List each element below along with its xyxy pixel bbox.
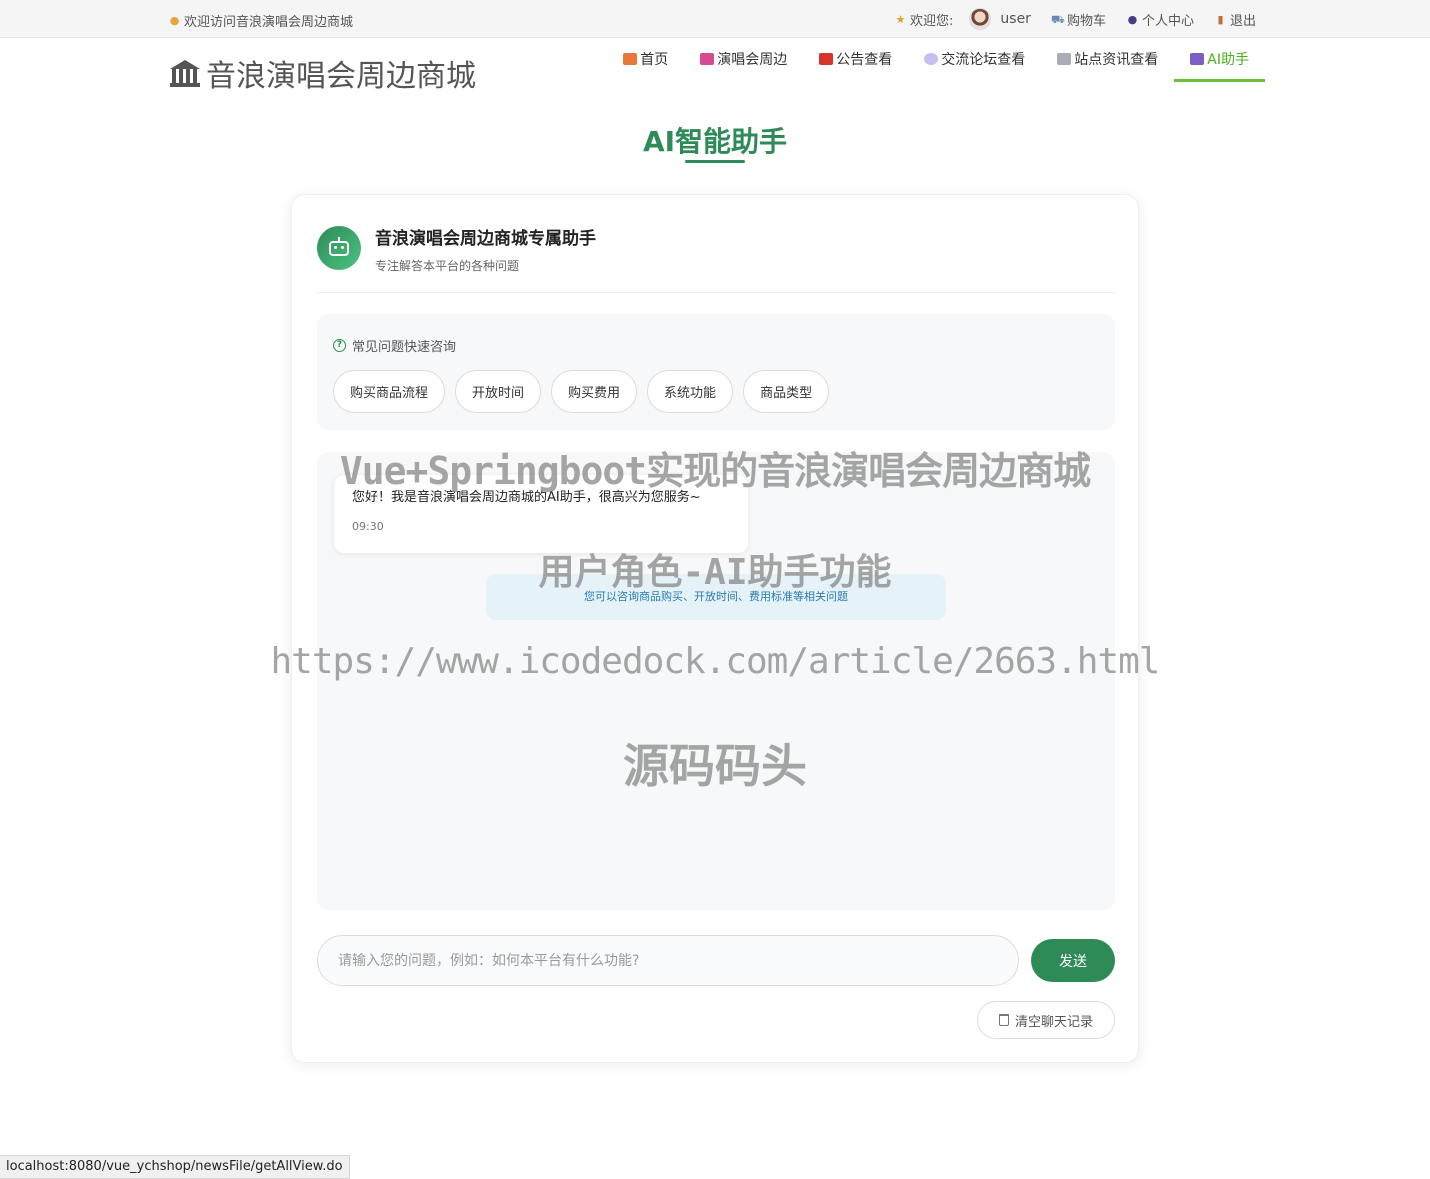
chat-area[interactable]: 您好！我是音浪演唱会周边商城的AI助手，很高兴为您服务~ 09:30 您可以咨询…: [317, 452, 1115, 910]
site-name: 音浪演唱会周边商城: [206, 59, 476, 94]
clear-label: 清空聊天记录: [1014, 1014, 1093, 1030]
greeting-text: 欢迎您:: [910, 13, 954, 29]
nav-news[interactable]: 站点资讯查看: [1041, 38, 1174, 82]
nav-home[interactable]: 首页: [607, 38, 684, 82]
nav-label: AI助手: [1207, 51, 1249, 68]
question-input[interactable]: [317, 935, 1019, 986]
welcome-message: ● 欢迎访问音浪演唱会周边商城: [168, 11, 353, 30]
top-bar: ● 欢迎访问音浪演唱会周边商城 ★ 欢迎您: user ⛟ 购物车 ● 个人中心…: [0, 0, 1430, 38]
robot-icon: [317, 226, 361, 270]
divider: [317, 292, 1115, 293]
medal-icon: ★: [895, 12, 906, 26]
faq-panel: ? 常见问题快速咨询 购买商品流程 开放时间 购买费用 系统功能 商品类型: [317, 314, 1115, 430]
cart-icon: ⛟: [1050, 12, 1065, 26]
chat-hint: 您可以咨询商品购买、开放时间、费用标准等相关问题: [486, 574, 946, 620]
robot-icon: [1190, 52, 1205, 65]
cart-label: 购物车: [1066, 13, 1106, 29]
user-menu: ★ 欢迎您: user ⛟ 购物车 ● 个人中心 ▮ 退出: [894, 6, 1256, 32]
faq-title-text: 常见问题快速咨询: [352, 340, 457, 355]
message-time: 09:30: [352, 520, 384, 533]
trash-icon: [998, 1014, 1009, 1026]
welcome-text: 欢迎访问音浪演唱会周边商城: [184, 15, 354, 30]
nav-merch[interactable]: 演唱会周边: [684, 38, 803, 82]
logout-link[interactable]: ▮ 退出: [1214, 10, 1256, 29]
assistant-description: 专注解答本平台的各种问题: [375, 259, 520, 273]
faq-button[interactable]: 商品类型: [743, 370, 830, 413]
nav-label: 首页: [640, 51, 669, 68]
nav-label: 公告查看: [836, 51, 893, 68]
megaphone-icon: [819, 52, 834, 65]
store-icon: [700, 52, 715, 65]
profile-link[interactable]: ● 个人中心: [1126, 10, 1194, 29]
greeting: ★ 欢迎您:: [894, 10, 954, 29]
faq-button[interactable]: 开放时间: [455, 370, 542, 413]
page-title: AI智能助手: [642, 125, 788, 158]
user-profile-link[interactable]: user: [969, 8, 1031, 30]
speech-bubble-icon: [924, 52, 939, 65]
nav-label: 交流论坛查看: [941, 51, 1026, 68]
nav-label: 站点资讯查看: [1074, 51, 1159, 68]
assistant-card: 音浪演唱会周边商城专属助手 专注解答本平台的各种问题 ? 常见问题快速咨询 购买…: [291, 194, 1139, 1063]
site-logo[interactable]: 音浪演唱会周边商城: [170, 51, 476, 95]
title-underline: [685, 160, 745, 163]
nav-label: 演唱会周边: [717, 51, 788, 68]
browser-status-bar: localhost:8080/vue_ychshop/newsFile/getA…: [0, 1155, 350, 1179]
logout-label: 退出: [1229, 13, 1256, 29]
question-circle-icon: ?: [333, 339, 346, 352]
profile-label: 个人中心: [1141, 13, 1194, 29]
nav-ai-assistant[interactable]: AI助手: [1174, 38, 1265, 82]
home-icon: [623, 52, 638, 65]
newspaper-icon: [1057, 52, 1072, 65]
username: user: [1000, 11, 1031, 27]
clear-history-button[interactable]: 清空聊天记录: [977, 1001, 1115, 1039]
assistant-message: 您好！我是音浪演唱会周边商城的AI助手，很高兴为您服务~ 09:30: [334, 475, 748, 553]
faq-button[interactable]: 系统功能: [647, 370, 734, 413]
assistant-name: 音浪演唱会周边商城专属助手: [375, 229, 596, 249]
faq-buttons: 购买商品流程 开放时间 购买费用 系统功能 商品类型: [333, 370, 830, 413]
faq-button[interactable]: 购买商品流程: [333, 370, 446, 413]
door-icon: ▮: [1217, 12, 1224, 26]
person-icon: ●: [1127, 12, 1138, 26]
cart-link[interactable]: ⛟ 购物车: [1051, 10, 1106, 29]
avatar: [969, 8, 992, 30]
nav-announcements[interactable]: 公告查看: [803, 38, 908, 82]
bank-building-icon: [170, 58, 200, 88]
nav-forum[interactable]: 交流论坛查看: [908, 38, 1041, 82]
message-text: 您好！我是音浪演唱会周边商城的AI助手，很高兴为您服务~: [352, 490, 701, 505]
sparkle-icon: ●: [169, 14, 180, 27]
site-header: 音浪演唱会周边商城 首页 演唱会周边 公告查看 交流论坛查看 站点资讯查看 AI…: [0, 38, 1430, 102]
faq-button[interactable]: 购买费用: [551, 370, 638, 413]
faq-title: ? 常见问题快速咨询: [333, 336, 456, 355]
main-nav: 首页 演唱会周边 公告查看 交流论坛查看 站点资讯查看 AI助手: [607, 38, 1265, 84]
send-button[interactable]: 发送: [1031, 939, 1115, 982]
